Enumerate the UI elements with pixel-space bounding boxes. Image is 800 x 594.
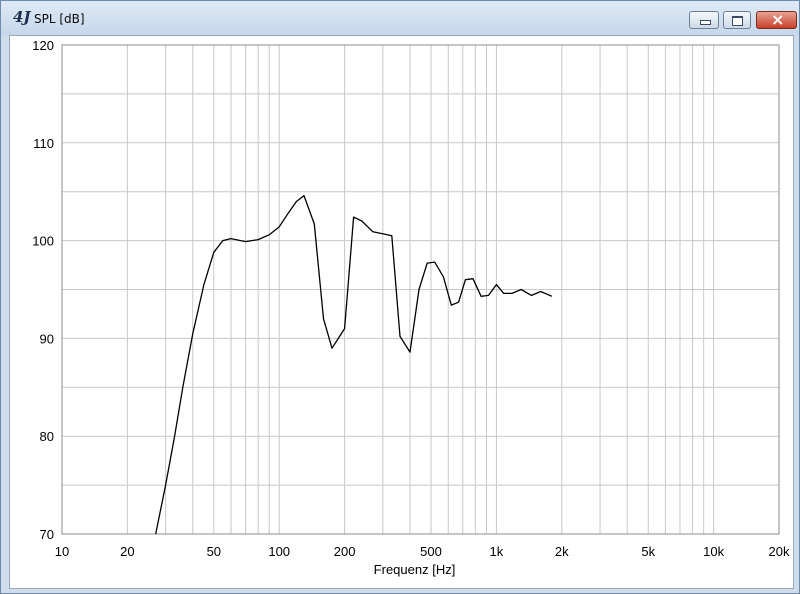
window-title: SPL [dB] [34,12,85,26]
title-bar[interactable]: 4J SPL [dB] × [1,1,799,35]
x-tick-label: 5k [641,544,655,559]
x-tick-label: 10k [703,544,724,559]
x-tick-labels: 10 20 50 100 200 500 1k 2k 5k 10k 20k [55,544,790,559]
x-tick-label: 10 [55,544,69,559]
x-tick-label: 2k [555,544,569,559]
x-tick-label: 100 [268,544,290,559]
minimize-icon [700,20,711,25]
x-tick-label: 20k [769,544,790,559]
chart-area: 70 80 90 100 110 120 10 20 50 100 200 500 1k 2k 5k 10k… [9,35,794,589]
y-tick-label: 120 [32,38,54,53]
close-icon: × [771,10,785,29]
y-tick-label: 100 [32,234,54,249]
y-tick-label: 80 [40,429,54,444]
spl-series-line [155,194,553,535]
y-tick-label: 110 [33,136,54,151]
y-tick-label: 90 [40,331,54,346]
x-tick-label: 500 [420,544,442,559]
close-button[interactable]: × [756,10,797,29]
maximize-button[interactable] [723,11,751,29]
y-tick-labels: 70 80 90 100 110 120 [32,38,54,542]
spl-chart: 70 80 90 100 110 120 10 20 50 100 200 500 1k 2k 5k 10k… [32,38,790,577]
app-window: 4J SPL [dB] × 70 80 90 100 110 120 10 20 50 100 2… [0,0,800,594]
y-tick-label: 70 [40,527,54,542]
app-logo-icon: 4J [13,8,31,26]
minimize-button[interactable] [689,11,719,29]
maximize-icon [732,16,743,26]
x-tick-label: 200 [334,544,356,559]
x-axis-label: Frequenz [Hz] [374,562,456,577]
x-tick-label: 1k [490,544,504,559]
x-tick-label: 50 [207,544,221,559]
x-tick-label: 20 [120,544,134,559]
series-layer [155,194,553,535]
